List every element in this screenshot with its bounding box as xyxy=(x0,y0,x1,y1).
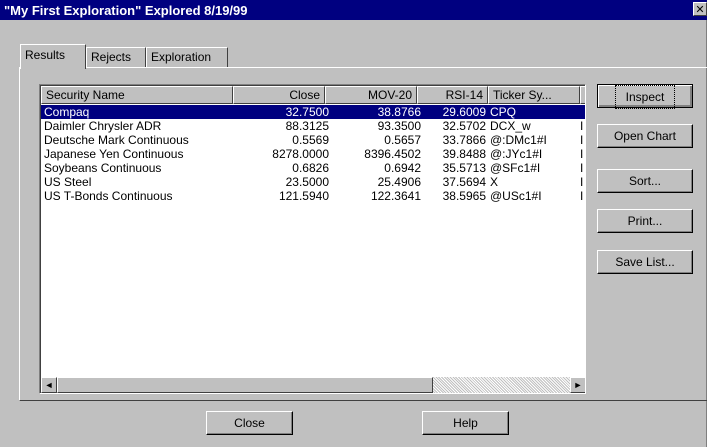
cell-security-name: US Steel xyxy=(44,175,92,189)
tab-exploration-label: Exploration xyxy=(151,50,212,64)
cell-ticker: @SFc1#I xyxy=(490,161,541,175)
cell-extra: I xyxy=(580,147,584,161)
cell-security-name: Soybeans Continuous xyxy=(44,161,162,175)
cell-rsi14: 39.8488 xyxy=(442,147,486,161)
table-row[interactable]: US Steel 23.5000 25.4906 37.5694 X I xyxy=(41,175,585,189)
cell-mov20: 122.3641 xyxy=(370,189,421,203)
cell-ticker: @:JYc1#I xyxy=(490,147,543,161)
table-row[interactable]: Daimler Chrysler ADR 88.3125 93.3500 32.… xyxy=(41,119,585,133)
close-icon[interactable]: ✕ xyxy=(693,2,707,16)
column-header-security-name[interactable]: Security Name xyxy=(41,86,233,104)
cell-close: 32.7500 xyxy=(285,105,329,119)
cell-mov20: 0.6942 xyxy=(384,161,421,175)
cell-security-name: Japanese Yen Continuous xyxy=(44,147,184,161)
table-row[interactable]: Compaq 32.7500 38.8766 29.6009 CPQ xyxy=(41,105,585,119)
cell-rsi14: 33.7866 xyxy=(442,133,486,147)
column-header-row: Security Name Close MOV-20 RSI-14 Ticker… xyxy=(41,86,585,104)
print-button[interactable]: Print... xyxy=(597,209,693,233)
tab-results-label: Results xyxy=(25,48,66,62)
inspect-button-label: Inspect xyxy=(614,85,676,109)
cell-extra: I xyxy=(580,133,584,147)
table-row[interactable]: US T-Bonds Continuous 121.5940 122.3641 … xyxy=(41,189,585,203)
column-header-ticker[interactable]: Ticker Sy... xyxy=(488,86,580,104)
table-row[interactable]: Japanese Yen Continuous 8278.0000 8396.4… xyxy=(41,147,585,161)
cell-security-name: Daimler Chrysler ADR xyxy=(44,119,162,133)
scroll-right-icon[interactable]: ► xyxy=(570,377,585,393)
save-list-button-label: Save List... xyxy=(615,255,675,269)
sort-button[interactable]: Sort... xyxy=(597,169,693,193)
sort-button-label: Sort... xyxy=(628,174,661,188)
title-bar[interactable]: "My First Exploration" Explored 8/19/99 … xyxy=(0,0,707,20)
cell-extra: I xyxy=(580,161,584,175)
cell-close: 23.5000 xyxy=(285,175,329,189)
results-list[interactable]: Security Name Close MOV-20 RSI-14 Ticker… xyxy=(39,84,586,394)
cell-extra: I xyxy=(580,189,584,203)
cell-ticker: X xyxy=(490,175,499,189)
tab-rejects[interactable]: Rejects xyxy=(86,47,146,67)
scroll-left-icon[interactable]: ◄ xyxy=(41,377,57,393)
cell-close: 88.3125 xyxy=(285,119,329,133)
save-list-button[interactable]: Save List... xyxy=(597,250,693,274)
column-header-close[interactable]: Close xyxy=(233,86,325,104)
explore-results-dialog: "My First Exploration" Explored 8/19/99 … xyxy=(0,0,707,447)
close-button-label: Close xyxy=(234,416,265,430)
tab-exploration[interactable]: Exploration xyxy=(146,47,228,67)
column-header-rsi14[interactable]: RSI-14 xyxy=(417,86,488,104)
cell-close: 0.5569 xyxy=(292,133,329,147)
print-button-label: Print... xyxy=(627,214,663,228)
cell-security-name: Deutsche Mark Continuous xyxy=(44,133,189,147)
horizontal-scrollbar[interactable]: ◄ ► xyxy=(41,377,585,393)
open-chart-button[interactable]: Open Chart xyxy=(597,124,693,148)
cell-security-name: US T-Bonds Continuous xyxy=(44,189,173,203)
table-rows: Compaq 32.7500 38.8766 29.6009 CPQ Daiml… xyxy=(41,105,585,203)
cell-ticker: @:DMc1#I xyxy=(490,133,547,147)
column-header-extra[interactable] xyxy=(580,86,585,104)
cell-close: 8278.0000 xyxy=(272,147,329,161)
table-row[interactable]: Deutsche Mark Continuous 0.5569 0.5657 3… xyxy=(41,133,585,147)
cell-rsi14: 35.5713 xyxy=(442,161,486,175)
scroll-thumb[interactable] xyxy=(57,377,433,393)
cell-rsi14: 29.6009 xyxy=(442,105,486,119)
cell-rsi14: 38.5965 xyxy=(442,189,486,203)
inspect-button[interactable]: Inspect xyxy=(597,84,693,109)
cell-rsi14: 32.5702 xyxy=(442,119,486,133)
help-button[interactable]: Help xyxy=(422,411,509,435)
cell-extra: I xyxy=(580,119,584,133)
cell-mov20: 93.3500 xyxy=(377,119,421,133)
cell-mov20: 38.8766 xyxy=(377,105,421,119)
cell-security-name: Compaq xyxy=(44,105,90,119)
close-button[interactable]: Close xyxy=(206,411,293,435)
cell-rsi14: 37.5694 xyxy=(442,175,486,189)
open-chart-button-label: Open Chart xyxy=(613,129,677,143)
column-header-mov20[interactable]: MOV-20 xyxy=(325,86,417,104)
cell-ticker: CPQ xyxy=(490,105,517,119)
cell-mov20: 8396.4502 xyxy=(364,147,421,161)
cell-mov20: 0.5657 xyxy=(384,133,421,147)
help-button-label: Help xyxy=(453,416,478,430)
cell-close: 0.6826 xyxy=(292,161,329,175)
table-row[interactable]: Soybeans Continuous 0.6826 0.6942 35.571… xyxy=(41,161,585,175)
cell-close: 121.5940 xyxy=(278,189,329,203)
cell-mov20: 25.4906 xyxy=(377,175,421,189)
tab-results[interactable]: Results xyxy=(20,44,86,69)
cell-ticker: @USc1#I xyxy=(490,189,542,203)
tab-rejects-label: Rejects xyxy=(91,50,132,64)
window-title: "My First Exploration" Explored 8/19/99 xyxy=(4,3,248,18)
cell-ticker: DCX_w xyxy=(490,119,531,133)
cell-extra: I xyxy=(580,175,584,189)
